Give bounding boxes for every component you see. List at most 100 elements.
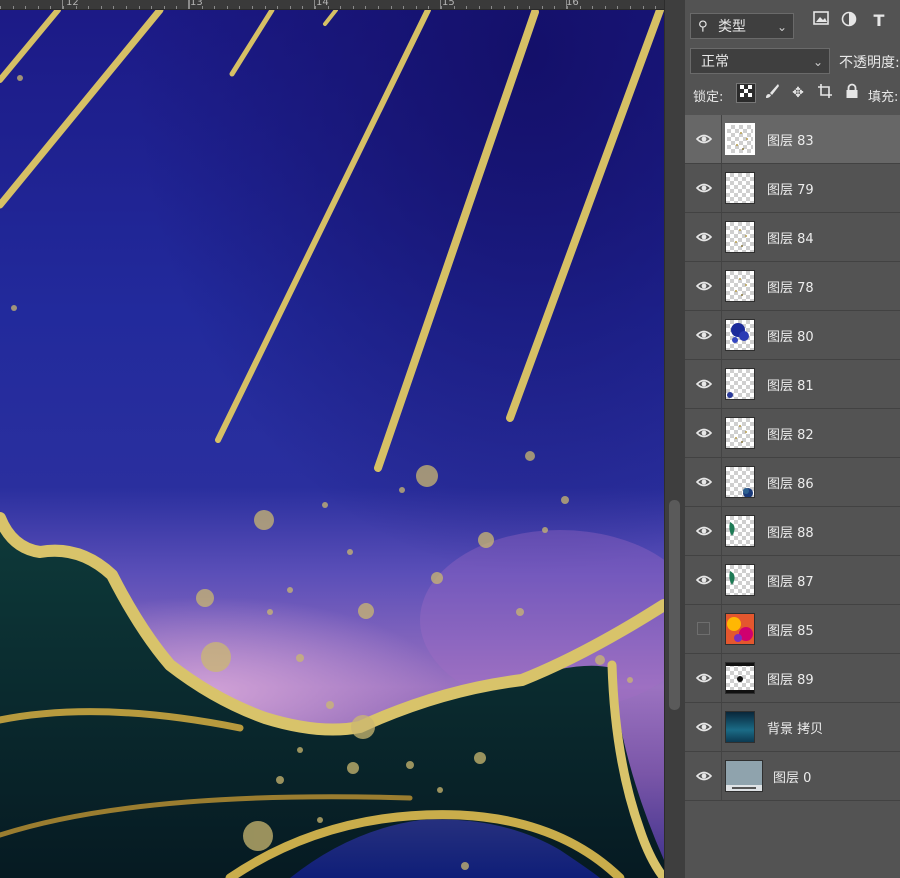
layer-visibility-toggle[interactable]: [685, 213, 722, 261]
layer-visibility-toggle[interactable]: [685, 360, 722, 408]
ruler-tick: [630, 6, 631, 9]
ruler-major-tick: [188, 0, 189, 9]
ruler-tick: [554, 6, 555, 9]
layer-name[interactable]: 图层 88: [767, 522, 814, 541]
ruler-tick: [340, 6, 341, 9]
ruler-tick: [139, 6, 140, 9]
layer-name[interactable]: 图层 86: [767, 473, 814, 492]
lock-all-padlock-icon[interactable]: [842, 83, 862, 103]
lock-position-move-icon[interactable]: ✥: [788, 83, 808, 103]
ruler-tick: [302, 6, 303, 9]
layer-visibility-toggle[interactable]: [685, 605, 722, 653]
eye-icon: [696, 722, 712, 732]
layer-row[interactable]: 图层 88: [685, 507, 900, 556]
ruler-tick: [542, 6, 543, 9]
layer-name[interactable]: 图层 84: [767, 228, 814, 247]
layer-thumbnail[interactable]: [725, 123, 755, 155]
eye-icon: [696, 134, 712, 144]
ruler-tick: [101, 6, 102, 9]
layer-thumbnail[interactable]: [725, 466, 755, 498]
lock-artboard-crop-icon[interactable]: [815, 83, 835, 103]
layer-name[interactable]: 图层 78: [767, 277, 814, 296]
lock-transparent-pixels-icon[interactable]: [736, 83, 756, 103]
layer-row[interactable]: 图层 79: [685, 164, 900, 213]
layer-row[interactable]: 图层 87: [685, 556, 900, 605]
layer-filter-dropdown[interactable]: ⚲ 类型 ⌄: [690, 13, 794, 39]
ruler-tick: [277, 6, 278, 9]
ruler-tick: [290, 6, 291, 9]
layer-name[interactable]: 图层 89: [767, 669, 814, 688]
layer-thumbnail[interactable]: [725, 613, 755, 645]
layer-row[interactable]: 图层 84: [685, 213, 900, 262]
layer-visibility-toggle[interactable]: [685, 752, 722, 800]
layer-visibility-toggle[interactable]: [685, 164, 722, 212]
layer-visibility-toggle[interactable]: [685, 507, 722, 555]
layer-row[interactable]: 图层 78: [685, 262, 900, 311]
adjustment-filter-icon[interactable]: [839, 11, 859, 31]
chevron-down-icon: ⌄: [812, 55, 823, 69]
ruler-tick: [491, 6, 492, 9]
blend-mode-dropdown[interactable]: 正常 ⌄: [690, 48, 830, 74]
layer-thumbnail[interactable]: [725, 662, 755, 694]
blend-mode-value: 正常: [701, 54, 729, 70]
scrollbar-thumb[interactable]: [669, 500, 680, 710]
layer-row[interactable]: 图层 80: [685, 311, 900, 360]
layer-thumbnail[interactable]: [725, 172, 755, 204]
layer-thumbnail[interactable]: [725, 760, 763, 792]
layer-row[interactable]: 图层 0: [685, 752, 900, 801]
horizontal-ruler: 12 13 14 15 16: [0, 0, 664, 10]
layer-row[interactable]: 图层 82: [685, 409, 900, 458]
layer-thumbnail[interactable]: [725, 564, 755, 596]
layer-thumbnail[interactable]: [725, 711, 755, 743]
lock-image-pixels-brush-icon[interactable]: [762, 83, 782, 103]
ruler-mark-12: 12: [66, 0, 79, 8]
layer-visibility-toggle[interactable]: [685, 556, 722, 604]
ruler-tick: [265, 6, 266, 9]
layer-visibility-toggle[interactable]: [685, 115, 722, 163]
lock-label: 锁定:: [693, 90, 724, 105]
image-filter-icon[interactable]: [811, 11, 831, 31]
canvas-vertical-scrollbar[interactable]: [664, 0, 685, 878]
layer-visibility-toggle[interactable]: [685, 654, 722, 702]
layer-row[interactable]: 背景 拷贝: [685, 703, 900, 752]
layer-row[interactable]: 图层 85: [685, 605, 900, 654]
layer-thumbnail[interactable]: [725, 417, 755, 449]
ruler-tick: [517, 6, 518, 9]
eye-icon: [696, 281, 712, 291]
layer-visibility-toggle[interactable]: [685, 311, 722, 359]
layer-row[interactable]: 图层 89: [685, 654, 900, 703]
layer-visibility-toggle[interactable]: [685, 409, 722, 457]
ruler-tick: [365, 6, 366, 9]
layer-name[interactable]: 图层 0: [773, 767, 811, 786]
layer-name[interactable]: 图层 82: [767, 424, 814, 443]
eye-icon: [696, 526, 712, 536]
type-filter-icon[interactable]: T: [869, 11, 889, 31]
layer-thumbnail[interactable]: [725, 221, 755, 253]
layer-name[interactable]: 图层 87: [767, 571, 814, 590]
layer-thumbnail[interactable]: [725, 270, 755, 302]
layer-row[interactable]: 图层 83: [685, 115, 900, 164]
layer-visibility-toggle[interactable]: [685, 458, 722, 506]
eye-icon: [696, 330, 712, 340]
layer-visibility-toggle[interactable]: [685, 262, 722, 310]
ruler-tick: [113, 6, 114, 9]
ruler-tick: [176, 6, 177, 9]
layer-name[interactable]: 图层 79: [767, 179, 814, 198]
layer-row[interactable]: 图层 81: [685, 360, 900, 409]
layer-visibility-toggle[interactable]: [685, 703, 722, 751]
document-canvas[interactable]: 12 13 14 15 16: [0, 0, 664, 878]
ruler-major-tick: [62, 0, 63, 9]
layer-thumbnail[interactable]: [725, 515, 755, 547]
layer-name[interactable]: 背景 拷贝: [767, 718, 823, 737]
layer-row[interactable]: 图层 86: [685, 458, 900, 507]
layer-name[interactable]: 图层 80: [767, 326, 814, 345]
ruler-tick: [378, 6, 379, 9]
ruler-tick: [126, 6, 127, 9]
layer-thumbnail[interactable]: [725, 368, 755, 400]
layer-name[interactable]: 图层 85: [767, 620, 814, 639]
layer-name[interactable]: 图层 81: [767, 375, 814, 394]
hidden-visibility-box: [697, 622, 710, 635]
layer-thumbnail[interactable]: [725, 319, 755, 351]
layer-name[interactable]: 图层 83: [767, 130, 814, 149]
ruler-mark-14: 14: [316, 0, 329, 8]
